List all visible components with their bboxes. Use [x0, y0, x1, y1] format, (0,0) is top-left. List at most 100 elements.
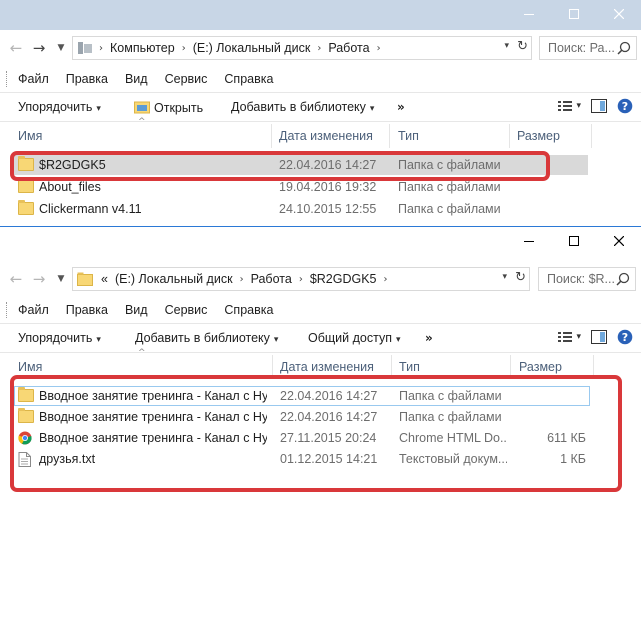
- menu-view[interactable]: Вид: [125, 72, 148, 86]
- address-history-dropdown[interactable]: ▾: [504, 41, 509, 51]
- address-history-dropdown[interactable]: ▾: [502, 272, 507, 282]
- column-divider[interactable]: [593, 355, 594, 379]
- address-bar[interactable]: › Компьютер › (E:) Локальный диск › Рабо…: [72, 36, 532, 60]
- arrow-right-icon: →: [32, 270, 46, 288]
- close-icon: [613, 236, 624, 246]
- help-icon[interactable]: ?: [617, 329, 633, 345]
- column-type[interactable]: Тип: [399, 360, 420, 374]
- minimize-button[interactable]: [506, 0, 551, 28]
- file-type: Папка с файлами: [399, 389, 502, 403]
- column-divider[interactable]: [591, 124, 592, 148]
- file-type: Папка с файлами: [399, 410, 502, 424]
- address-bar[interactable]: « (E:) Локальный диск › Работа › $R2GDGK…: [72, 267, 530, 291]
- explorer-window-r2gdgk5[interactable]: ← → ▼ « (E:) Локальный диск › Работа › $…: [0, 226, 641, 619]
- more-commands-button[interactable]: »: [397, 100, 405, 114]
- search-icon: [617, 41, 631, 55]
- file-row[interactable]: $R2GDGK5 22.04.2016 14:27 Папка с файлам…: [0, 154, 641, 176]
- menu-file[interactable]: Файл: [18, 303, 49, 317]
- more-label: »: [397, 100, 405, 114]
- menu-edit[interactable]: Правка: [66, 72, 108, 86]
- breadcrumb-separator-icon[interactable]: ›: [182, 43, 186, 54]
- file-name: Clickermann v4.11: [39, 202, 142, 216]
- explorer-window-rabota[interactable]: ← → ▼ › Компьютер › (E:) Локальный диск …: [0, 0, 641, 232]
- breadcrumb-rabota[interactable]: Работа: [328, 41, 369, 55]
- menu-help[interactable]: Справка: [224, 72, 273, 86]
- column-size[interactable]: Размер: [517, 129, 560, 143]
- file-row[interactable]: Вводное занятие тренинга - Канал с Ну...…: [0, 385, 641, 407]
- help-icon[interactable]: ?: [617, 98, 633, 114]
- file-type: Папка с файлами: [398, 158, 501, 172]
- breadcrumb-separator-icon[interactable]: ›: [240, 274, 244, 285]
- refresh-button[interactable]: ↻: [517, 39, 528, 54]
- folder-icon: [18, 200, 34, 216]
- organize-button[interactable]: Упорядочить ▾: [18, 331, 101, 345]
- breadcrumb-overflow[interactable]: «: [101, 272, 108, 286]
- breadcrumb-drive-e[interactable]: (E:) Локальный диск: [115, 272, 233, 286]
- breadcrumb-separator-icon: ›: [99, 42, 103, 54]
- menu-tools[interactable]: Сервис: [165, 72, 208, 86]
- menu-help[interactable]: Справка: [224, 303, 273, 317]
- file-row[interactable]: Вводное занятие тренинга - Канал с Ну...…: [0, 406, 641, 428]
- file-type: Папка с файлами: [398, 202, 501, 216]
- breadcrumb-computer[interactable]: Компьютер: [110, 41, 175, 55]
- add-to-library-button[interactable]: Добавить в библиотеку ▾: [135, 331, 278, 345]
- column-divider[interactable]: [510, 355, 511, 379]
- forward-button[interactable]: →: [28, 38, 50, 58]
- maximize-button[interactable]: [551, 227, 596, 255]
- breadcrumb-rabota[interactable]: Работа: [251, 272, 292, 286]
- column-type[interactable]: Тип: [398, 129, 419, 143]
- menu-view[interactable]: Вид: [125, 303, 148, 317]
- breadcrumb-separator-icon[interactable]: ›: [384, 274, 388, 285]
- refresh-button[interactable]: ↻: [515, 270, 526, 285]
- recent-locations-button[interactable]: ▼: [55, 269, 67, 289]
- back-button[interactable]: ←: [5, 38, 27, 58]
- menu-edit[interactable]: Правка: [66, 303, 108, 317]
- file-row[interactable]: Clickermann v4.11 24.10.2015 12:55 Папка…: [0, 198, 641, 220]
- view-controls: ▾ ?: [558, 329, 633, 345]
- text-file-icon: [18, 452, 34, 467]
- close-button[interactable]: [596, 227, 641, 255]
- breadcrumb-r2gdgk5[interactable]: $R2GDGK5: [310, 272, 377, 286]
- more-commands-button[interactable]: »: [425, 331, 433, 345]
- column-divider[interactable]: [509, 124, 510, 148]
- column-divider[interactable]: [272, 355, 273, 379]
- preview-pane-icon[interactable]: [591, 99, 607, 113]
- preview-pane-icon[interactable]: [591, 330, 607, 344]
- share-button[interactable]: Общий доступ ▾: [308, 331, 401, 345]
- file-row[interactable]: Вводное занятие тренинга - Канал с Ну...…: [0, 427, 641, 449]
- forward-button[interactable]: →: [28, 269, 50, 289]
- change-view-button[interactable]: ▾: [558, 100, 581, 112]
- column-date-modified[interactable]: Дата изменения: [279, 129, 373, 143]
- column-size[interactable]: Размер: [519, 360, 562, 374]
- column-divider[interactable]: [389, 124, 390, 148]
- search-input[interactable]: Поиск: Ра...: [539, 36, 637, 60]
- close-button[interactable]: [596, 0, 641, 28]
- maximize-button[interactable]: [551, 0, 596, 28]
- breadcrumb-drive-e[interactable]: (E:) Локальный диск: [193, 41, 311, 55]
- breadcrumb-separator-icon[interactable]: ›: [299, 274, 303, 285]
- menu-tools[interactable]: Сервис: [165, 303, 208, 317]
- file-row[interactable]: друзья.txt 01.12.2015 14:21 Текстовый до…: [0, 448, 641, 470]
- menu-file[interactable]: Файл: [18, 72, 49, 86]
- breadcrumb-separator-icon[interactable]: ›: [377, 43, 381, 54]
- title-bar[interactable]: [0, 227, 641, 257]
- column-divider[interactable]: [271, 124, 272, 148]
- minimize-button[interactable]: [506, 227, 551, 255]
- open-button[interactable]: Открыть: [134, 100, 203, 115]
- recent-locations-button[interactable]: ▼: [55, 38, 67, 58]
- column-date-modified[interactable]: Дата изменения: [280, 360, 374, 374]
- file-row[interactable]: About_files 19.04.2016 19:32 Папка с фай…: [0, 176, 641, 198]
- change-view-button[interactable]: ▾: [558, 331, 581, 343]
- column-divider[interactable]: [391, 355, 392, 379]
- add-to-library-button[interactable]: Добавить в библиотеку ▾: [231, 100, 374, 114]
- title-bar[interactable]: [0, 0, 641, 30]
- folder-icon: [18, 387, 34, 403]
- search-input[interactable]: Поиск: $R...: [538, 267, 636, 291]
- column-name[interactable]: Имя: [18, 129, 42, 143]
- back-button[interactable]: ←: [5, 269, 27, 289]
- organize-label: Упорядочить: [18, 331, 93, 345]
- breadcrumb-separator-icon[interactable]: ›: [317, 43, 321, 54]
- column-name[interactable]: Имя: [18, 360, 42, 374]
- maximize-icon: [568, 9, 579, 19]
- organize-button[interactable]: Упорядочить ▾: [18, 100, 101, 114]
